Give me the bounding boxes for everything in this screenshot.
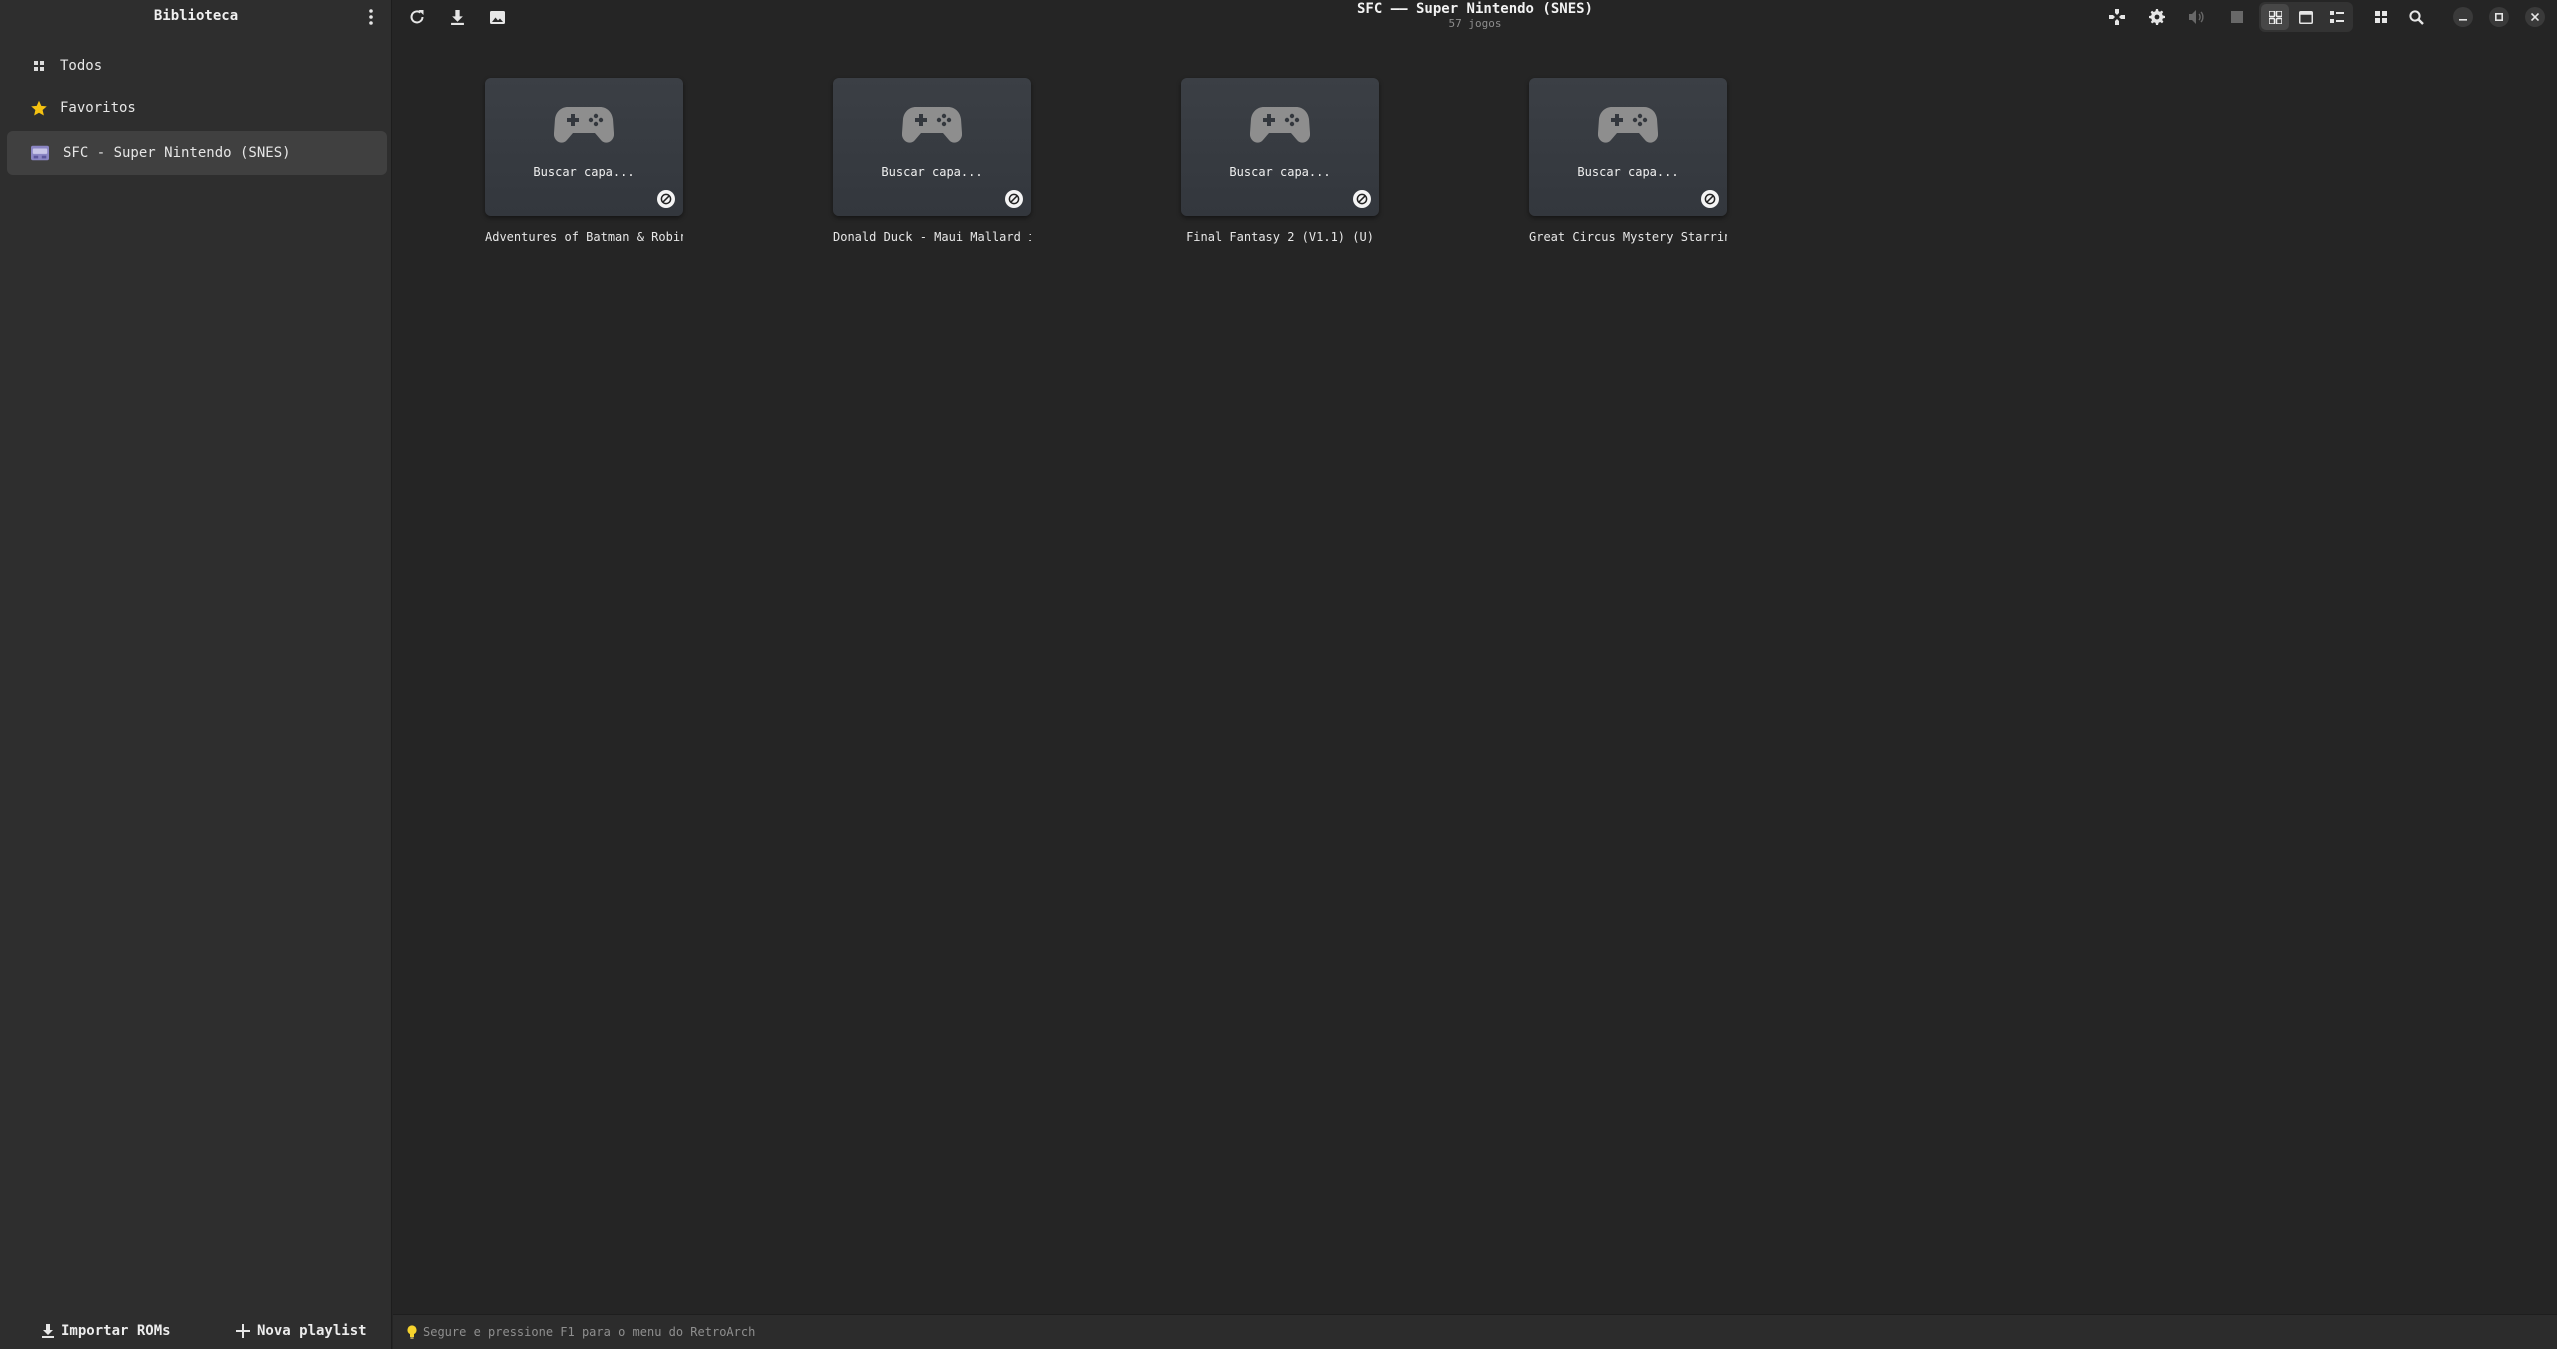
game-title: Donald Duck - Maui Mallard in ... (833, 230, 1031, 244)
sidebar: Biblioteca Todos Favoritos SFC - Super N… (0, 0, 392, 1349)
game-title: Great Circus Mystery Starring ... (1529, 230, 1727, 244)
grid-view-icon (2268, 10, 2282, 24)
header-bar: SFC –– Super Nintendo (SNES) 57 jogos (393, 0, 2557, 34)
new-playlist-label: Nova playlist (257, 1323, 367, 1339)
apps-icon (2375, 11, 2387, 23)
star-icon (30, 99, 48, 117)
list-view-icon (2330, 11, 2344, 23)
detail-view-icon (2299, 10, 2313, 24)
game-cover[interactable]: Buscar capa... (1529, 78, 1727, 216)
view-switcher (2259, 2, 2353, 32)
gamepad-icon (1598, 107, 1658, 143)
minimize-button[interactable] (2453, 7, 2473, 27)
lightbulb-icon (407, 1325, 417, 1339)
sidebar-item-favoritos[interactable]: Favoritos (7, 86, 387, 130)
gamepad-icon (554, 107, 614, 143)
stop-icon (2231, 11, 2243, 23)
game-cover[interactable]: Buscar capa... (485, 78, 683, 216)
game-cover[interactable]: Buscar capa... (1181, 78, 1379, 216)
volume-button[interactable] (2183, 4, 2211, 30)
status-tip: Segure e pressione F1 para o menu do Ret… (423, 1325, 756, 1339)
game-card[interactable]: Buscar capa... Final Fantasy 2 (V1.1) (U… (1181, 78, 1379, 244)
apps-button[interactable] (2367, 4, 2395, 30)
maximize-icon (2495, 13, 2503, 21)
sidebar-title: Biblioteca (153, 8, 239, 24)
controller-button[interactable] (2103, 4, 2131, 30)
download-icon (42, 1324, 54, 1338)
stop-button[interactable] (2223, 4, 2251, 30)
search-button[interactable] (2402, 4, 2430, 30)
game-card[interactable]: Buscar capa... Donald Duck - Maui Mallar… (833, 78, 1031, 244)
grid-icon (30, 57, 48, 75)
detail-view-button[interactable] (2292, 4, 2320, 30)
sidebar-menu-button[interactable] (358, 4, 384, 30)
game-cover[interactable]: Buscar capa... (833, 78, 1031, 216)
grid-view-button[interactable] (2261, 4, 2289, 30)
sidebar-item-label: SFC - Super Nintendo (SNES) (63, 145, 291, 161)
status-bar: Segure e pressione F1 para o menu do Ret… (393, 1314, 2557, 1349)
sidebar-item-todos[interactable]: Todos (7, 44, 387, 88)
sidebar-header: Biblioteca (0, 0, 392, 34)
no-cover-icon (1005, 190, 1023, 208)
sidebar-footer: Importar ROMs Nova playlist (0, 1313, 392, 1349)
plus-icon (236, 1324, 250, 1338)
sidebar-item-snes[interactable]: SFC - Super Nintendo (SNES) (7, 131, 387, 175)
snes-console-icon (31, 144, 49, 162)
search-icon (2408, 9, 2424, 25)
sidebar-item-label: Todos (60, 58, 103, 74)
gear-icon (2149, 9, 2165, 25)
cover-placeholder-text: Buscar capa... (1229, 165, 1331, 179)
cover-placeholder-text: Buscar capa... (533, 165, 635, 179)
close-button[interactable] (2525, 7, 2545, 27)
game-card[interactable]: Buscar capa... Adventures of Batman & Ro… (485, 78, 683, 244)
minimize-icon (2459, 19, 2467, 21)
game-card[interactable]: Buscar capa... Great Circus Mystery Star… (1529, 78, 1727, 244)
no-cover-icon (1353, 190, 1371, 208)
import-roms-label: Importar ROMs (61, 1323, 171, 1339)
import-roms-button[interactable]: Importar ROMs (42, 1318, 171, 1344)
maximize-button[interactable] (2489, 7, 2509, 27)
no-cover-icon (657, 190, 675, 208)
no-cover-icon (1701, 190, 1719, 208)
new-playlist-button[interactable]: Nova playlist (236, 1318, 367, 1344)
gamepad-icon (1250, 107, 1310, 143)
cover-placeholder-text: Buscar capa... (881, 165, 983, 179)
gamepad-icon (2109, 9, 2125, 25)
list-view-button[interactable] (2323, 4, 2351, 30)
settings-button[interactable] (2143, 4, 2171, 30)
close-icon (2531, 13, 2539, 21)
game-title: Final Fantasy 2 (V1.1) (U) (1186, 230, 1374, 244)
sidebar-item-label: Favoritos (60, 100, 136, 116)
more-vertical-icon (369, 9, 373, 25)
gamepad-icon (902, 107, 962, 143)
volume-icon (2189, 10, 2204, 24)
game-title: Adventures of Batman & Robin, ... (485, 230, 683, 244)
cover-placeholder-text: Buscar capa... (1577, 165, 1679, 179)
